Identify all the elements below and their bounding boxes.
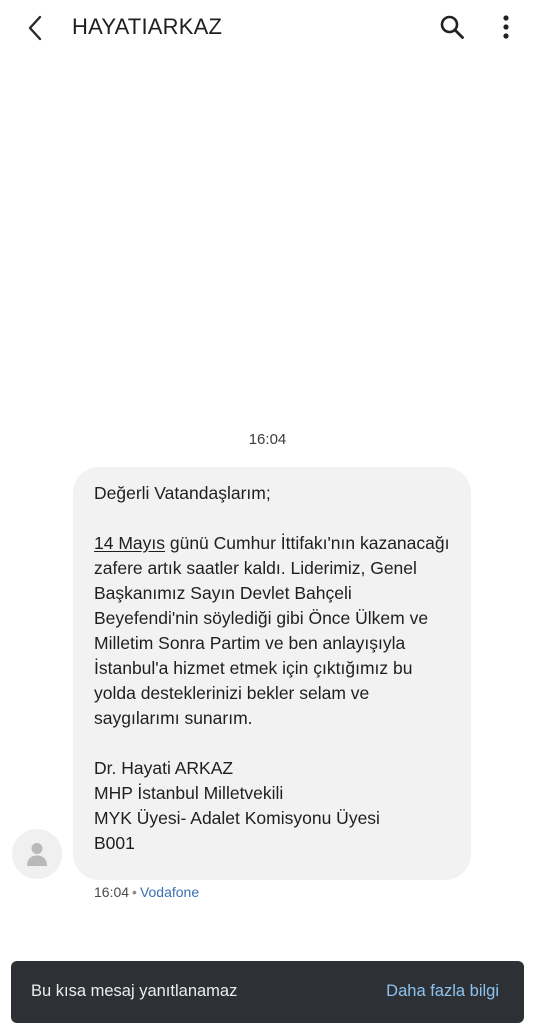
search-icon: [440, 15, 464, 39]
banner-text: Bu kısa mesaj yanıtlanamaz: [31, 982, 238, 1000]
learn-more-button[interactable]: Daha fazla bilgi: [386, 982, 499, 1001]
message-time: 16:04: [94, 884, 130, 900]
message-meta: 16:04 • Vodafone: [94, 884, 199, 900]
search-button[interactable]: [434, 9, 470, 45]
message-greeting: Değerli Vatandaşlarım;: [94, 483, 271, 503]
carrier-label: Vodafone: [139, 884, 200, 900]
reply-disabled-banner: Bu kısa mesaj yanıtlanamaz Daha fazla bi…: [11, 961, 524, 1023]
back-button[interactable]: [18, 10, 54, 46]
signature-code: B001: [94, 833, 135, 853]
message-bubble[interactable]: Değerli Vatandaşlarım; 14 Mayıs günü Cum…: [73, 467, 471, 880]
conversation-title: HAYATIARKAZ: [72, 14, 223, 39]
message-body: 14 Mayıs günü Cumhur İttifakı'nın kazana…: [94, 531, 455, 731]
sender-avatar[interactable]: [12, 829, 62, 879]
more-options-button[interactable]: [490, 9, 522, 45]
signature-name: Dr. Hayati ARKAZ: [94, 758, 234, 778]
chevron-left-icon: [28, 15, 42, 41]
person-icon: [27, 843, 47, 866]
signature-role: MYK Üyesi- Adalet Komisyonu Üyesi: [94, 808, 380, 828]
date-divider: 16:04: [248, 431, 287, 448]
date-link[interactable]: 14 Mayıs: [94, 533, 165, 553]
signature-title: MHP İstanbul Milletvekili: [94, 783, 284, 803]
meta-separator: •: [132, 884, 137, 900]
app-bar: HAYATIARKAZ: [0, 0, 535, 56]
message-signature: Dr. Hayati ARKAZ MHP İstanbul Milletveki…: [94, 756, 455, 856]
message-body-text: günü Cumhur İttifakı'nın kazanacağı zafe…: [94, 533, 450, 728]
more-vertical-icon: [503, 15, 509, 39]
